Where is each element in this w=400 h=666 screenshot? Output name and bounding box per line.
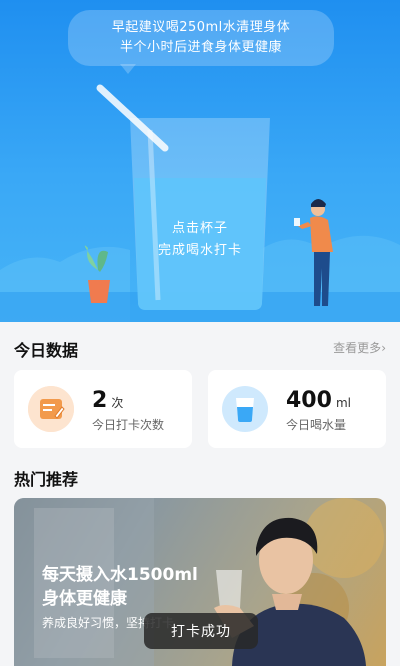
recommend-title: 热门推荐: [14, 470, 79, 489]
cup-hint: 点击杯子 完成喝水打卡: [130, 218, 270, 262]
water-intake-unit: ml: [335, 396, 351, 410]
checkin-success-toast: 打卡成功: [144, 613, 258, 649]
flower-pot-icon: [88, 280, 110, 303]
checkin-count-card[interactable]: 2次 今日打卡次数: [14, 370, 192, 448]
cup-hint-line-2: 完成喝水打卡: [157, 243, 242, 258]
checkin-count-label: 今日打卡次数: [92, 418, 165, 432]
view-more-link[interactable]: 查看更多›: [333, 339, 386, 356]
water-intake-card[interactable]: 400 ml 今日喝水量: [208, 370, 386, 448]
person-pants: [314, 252, 330, 306]
banner-headline: 每天摄入水1500ml: [42, 565, 198, 585]
checkin-count-unit: 次: [111, 396, 124, 410]
water-intake-label: 今日喝水量: [286, 418, 347, 432]
view-more-label: 查看更多: [333, 341, 382, 355]
today-data-title: 今日数据: [14, 341, 79, 360]
drink-cup-button[interactable]: [130, 115, 270, 310]
banner-subheadline: 身体更健康: [42, 589, 127, 609]
cup-hint-line-1: 点击杯子: [171, 221, 228, 236]
checkin-calendar-icon: [28, 386, 74, 432]
hero-banner: 早起建议喝250ml水清理身体 半个小时后进食身体更健康 点击杯子 完成喝水打卡: [0, 0, 400, 322]
checkin-count-value: 2次: [92, 388, 124, 413]
person-shirt: [310, 216, 333, 252]
water-intake-value: 400 ml: [286, 388, 351, 413]
chevron-right-icon: ›: [381, 341, 386, 355]
water-glass-icon: [222, 386, 268, 432]
